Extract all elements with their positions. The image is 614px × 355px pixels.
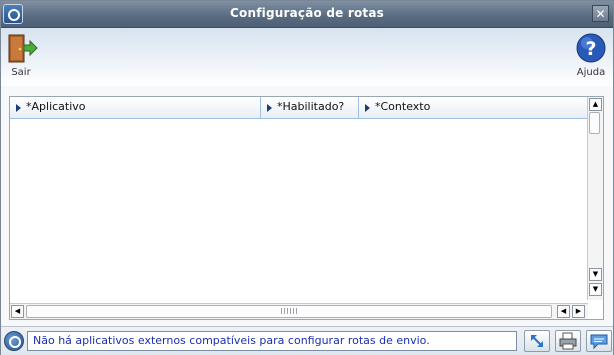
scroll-left-arrow-icon[interactable]: ◀ — [11, 305, 24, 318]
scroll-left-arrow-icon[interactable]: ◀ — [557, 305, 570, 318]
scroll-down-arrow-icon[interactable]: ▼ — [589, 268, 602, 281]
sort-arrow-icon — [16, 104, 21, 112]
route-config-window: Configuração de rotas ✕ Sair ? Ajuda *Ap… — [0, 0, 614, 355]
sort-arrow-icon — [365, 104, 370, 112]
column-label: *Contexto — [375, 100, 431, 113]
routes-table: *Aplicativo *Habilitado? *Contexto ▲ ▼ ▼… — [9, 96, 604, 320]
app-globe-icon — [4, 331, 24, 351]
printer-icon — [559, 332, 577, 350]
help-button[interactable]: ? Ajuda — [571, 33, 611, 78]
vertical-scrollbar[interactable]: ▲ ▼ ▼ — [587, 97, 603, 300]
svg-text:?: ? — [585, 38, 596, 60]
window-title: Configuração de rotas — [230, 6, 384, 20]
column-header-enabled[interactable]: *Habilitado? — [261, 97, 359, 118]
status-bar: Não há aplicativos externos compatíveis … — [1, 326, 613, 355]
column-label: *Aplicativo — [26, 100, 86, 113]
close-button[interactable]: ✕ — [592, 5, 609, 22]
exit-label: Sair — [11, 67, 31, 78]
grip-handle-icon — [281, 308, 299, 314]
toolbar: Sair ? Ajuda — [1, 28, 613, 86]
exit-button[interactable]: Sair — [1, 33, 41, 78]
status-message: Não há aplicativos externos compatíveis … — [27, 331, 517, 351]
scroll-down-arrow-icon[interactable]: ▼ — [589, 283, 602, 296]
chat-bubble-icon — [590, 334, 608, 350]
horizontal-scrollbar[interactable]: ◀ ◀ ▶ — [10, 303, 588, 319]
vertical-scroll-thumb[interactable] — [589, 112, 600, 134]
column-label: *Habilitado? — [277, 100, 345, 113]
help-question-icon: ? — [576, 33, 606, 63]
resize-arrows-icon — [531, 335, 543, 347]
column-header-application[interactable]: *Aplicativo — [10, 97, 261, 118]
chat-button[interactable] — [586, 330, 612, 352]
sort-arrow-icon — [267, 104, 272, 112]
scroll-right-arrow-icon[interactable]: ▶ — [572, 305, 585, 318]
horizontal-scroll-thumb[interactable] — [26, 305, 552, 318]
title-bar: Configuração de rotas ✕ — [1, 1, 613, 28]
column-header-context[interactable]: *Contexto — [359, 97, 588, 118]
door-exit-icon — [8, 34, 38, 63]
resize-button[interactable] — [524, 330, 550, 352]
help-label: Ajuda — [576, 67, 606, 78]
table-header: *Aplicativo *Habilitado? *Contexto — [10, 97, 588, 119]
scroll-up-arrow-icon[interactable]: ▲ — [589, 98, 602, 111]
print-button[interactable] — [555, 330, 581, 352]
